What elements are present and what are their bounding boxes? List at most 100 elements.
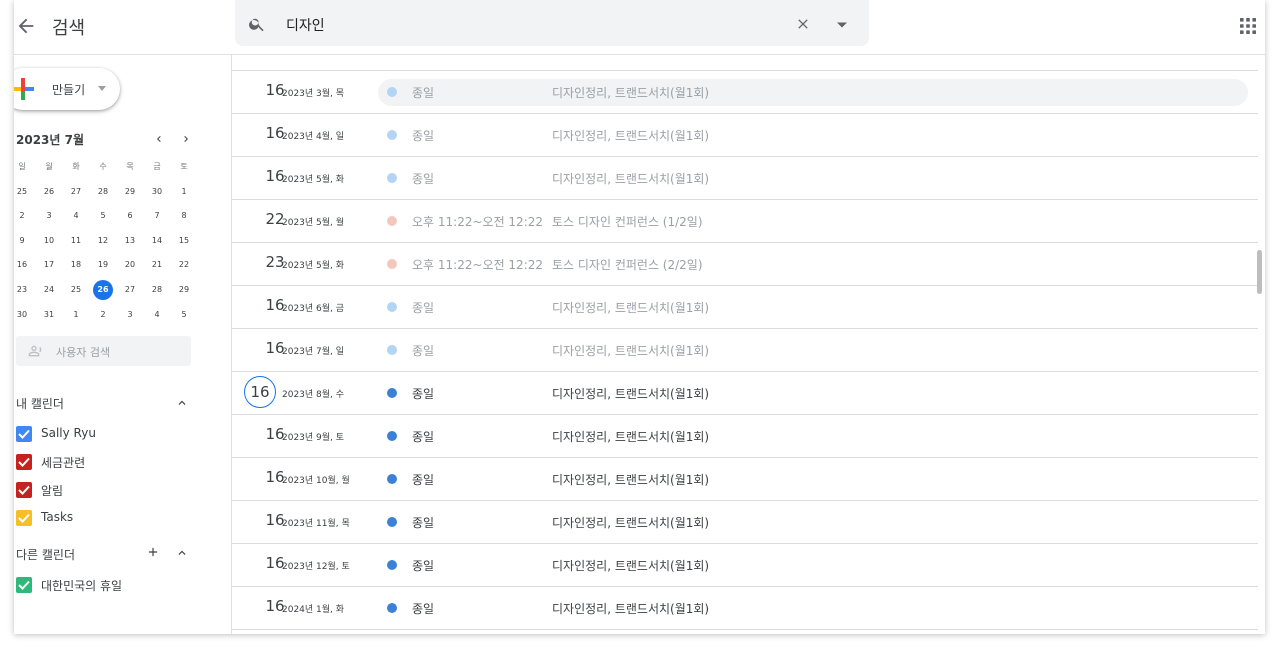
today-day-number[interactable]: 16 — [244, 376, 276, 408]
mini-calendar-day[interactable]: 22 — [171, 253, 197, 277]
event-row[interactable]: 16 2023년 12월, 토 종일 디자인정리, 트랜드서치(월1회) — [232, 544, 1258, 587]
close-icon[interactable] — [795, 16, 811, 32]
mini-calendar-day[interactable]: 18 — [63, 253, 89, 277]
mini-calendar-day[interactable]: 27 — [117, 278, 143, 302]
event-title[interactable]: 디자인정리, 트랜드서치(월1회) — [552, 84, 709, 101]
mini-calendar-day[interactable]: 17 — [36, 253, 62, 277]
mini-calendar-day[interactable]: 4 — [63, 204, 89, 228]
event-title[interactable]: 디자인정리, 트랜드서치(월1회) — [552, 385, 709, 402]
event-title[interactable]: 디자인정리, 트랜드서치(월1회) — [552, 170, 709, 187]
event-row[interactable]: 16 2023년 8월, 수 종일 디자인정리, 트랜드서치(월1회) — [232, 372, 1258, 415]
event-title[interactable]: 디자인정리, 트랜드서치(월1회) — [552, 342, 709, 359]
mini-calendar-day[interactable]: 1 — [171, 180, 197, 204]
create-button[interactable]: 만들기 — [14, 68, 120, 110]
mini-calendar-day[interactable]: 28 — [144, 278, 170, 302]
event-title[interactable]: 디자인정리, 트랜드서치(월1회) — [552, 471, 709, 488]
mini-calendar-day[interactable]: 29 — [117, 180, 143, 204]
mini-calendar-day[interactable]: 5 — [90, 204, 116, 228]
mini-calendar-day[interactable]: 25 — [14, 180, 35, 204]
people-icon — [28, 345, 42, 357]
event-row[interactable]: 16 2023년 6월, 금 종일 디자인정리, 트랜드서치(월1회) — [232, 286, 1258, 329]
checkbox-checked[interactable] — [16, 577, 32, 593]
event-row[interactable]: 23 2023년 5월, 화 오후 11:22~오전 12:22 토스 디자인 컨퍼런… — [232, 243, 1258, 286]
event-title[interactable]: 디자인정리, 트랜드서치(월1회) — [552, 428, 709, 445]
mini-calendar-day-selected[interactable]: 26 — [90, 278, 116, 302]
mini-calendar-day[interactable]: 3 — [117, 303, 143, 327]
checkbox-checked[interactable] — [16, 482, 32, 498]
calendar-name: Sally Ryu — [41, 426, 96, 440]
event-title[interactable]: 디자인정리, 트랜드서치(월1회) — [552, 514, 709, 531]
checkbox-checked[interactable] — [16, 510, 32, 526]
mini-calendar-day[interactable]: 14 — [144, 229, 170, 253]
event-row[interactable]: 16 2023년 10월, 월 종일 디자인정리, 트랜드서치(월1회) — [232, 458, 1258, 501]
event-title[interactable]: 디자인정리, 트랜드서치(월1회) — [552, 600, 709, 617]
mini-calendar-day[interactable]: 11 — [63, 229, 89, 253]
mini-calendar-day[interactable]: 23 — [14, 278, 35, 302]
event-title[interactable]: 토스 디자인 컨퍼런스 (1/2일) — [552, 213, 703, 230]
event-title[interactable]: 디자인정리, 트랜드서치(월1회) — [552, 127, 709, 144]
mini-calendar-day[interactable]: 25 — [63, 278, 89, 302]
scrollbar-thumb[interactable] — [1257, 250, 1262, 294]
event-row[interactable]: 16 2023년 7월, 일 종일 디자인정리, 트랜드서치(월1회) — [232, 329, 1258, 372]
mini-calendar-day[interactable]: 16 — [14, 253, 35, 277]
mini-calendar-day[interactable]: 7 — [144, 204, 170, 228]
mini-calendar-day[interactable]: 30 — [14, 303, 35, 327]
mini-calendar-day[interactable]: 13 — [117, 229, 143, 253]
search-options-dropdown-icon[interactable] — [836, 21, 848, 29]
mini-calendar-day[interactable]: 20 — [117, 253, 143, 277]
mini-calendar-day[interactable]: 8 — [171, 204, 197, 228]
checkbox-checked[interactable] — [16, 426, 32, 442]
event-row[interactable]: 16 2023년 4월, 일 종일 디자인정리, 트랜드서치(월1회) — [232, 114, 1258, 157]
event-title[interactable]: 토스 디자인 컨퍼런스 (2/2일) — [552, 256, 703, 273]
mini-calendar-day[interactable]: 28 — [90, 180, 116, 204]
calendar-color-dot — [387, 216, 397, 226]
weekday-label: 목 — [126, 162, 134, 171]
mini-calendar-day[interactable]: 9 — [14, 229, 35, 253]
mini-calendar-day[interactable]: 29 — [171, 278, 197, 302]
search-icon[interactable] — [248, 15, 266, 33]
user-search-input[interactable] — [54, 342, 188, 362]
back-button[interactable] — [15, 15, 37, 37]
mini-calendar-day[interactable]: 2 — [14, 204, 35, 228]
weekday-label: 월 — [45, 162, 53, 171]
mini-calendar-day[interactable]: 1 — [63, 303, 89, 327]
calendar-color-dot — [387, 130, 397, 140]
mini-calendar-day[interactable]: 26 — [36, 180, 62, 204]
apps-grid-icon[interactable] — [1240, 18, 1256, 34]
mini-calendar-day[interactable]: 6 — [117, 204, 143, 228]
mini-calendar-day[interactable]: 27 — [63, 180, 89, 204]
search-input[interactable] — [284, 13, 788, 37]
mini-calendar-day[interactable]: 12 — [90, 229, 116, 253]
event-row[interactable]: 16 2024년 1월, 화 종일 디자인정리, 트랜드서치(월1회) — [232, 587, 1258, 630]
event-row[interactable]: 16 2023년 3월, 목 종일 디자인정리, 트랜드서치(월1회) — [232, 71, 1258, 114]
header: 검색 — [14, 0, 1265, 55]
event-row[interactable]: 22 2023년 5월, 월 오후 11:22~오전 12:22 토스 디자인 컨퍼런… — [232, 200, 1258, 243]
mini-calendar-day[interactable]: 5 — [171, 303, 197, 327]
row-hover-highlight — [378, 79, 1248, 106]
mini-calendar-day[interactable]: 19 — [90, 253, 116, 277]
event-row[interactable]: 16 2023년 5월, 화 종일 디자인정리, 트랜드서치(월1회) — [232, 157, 1258, 200]
mini-calendar-day[interactable]: 10 — [36, 229, 62, 253]
event-row[interactable]: 16 2023년 11월, 목 종일 디자인정리, 트랜드서치(월1회) — [232, 501, 1258, 544]
chevron-right-icon[interactable] — [180, 133, 192, 145]
chevron-left-icon[interactable] — [153, 133, 165, 145]
chevron-up-icon[interactable] — [175, 546, 189, 560]
event-time: 종일 — [412, 473, 435, 487]
event-time: 종일 — [412, 86, 435, 100]
mini-calendar-day[interactable]: 24 — [36, 278, 62, 302]
add-icon[interactable] — [146, 545, 160, 559]
event-time: 오후 11:22~오전 12:22 — [412, 215, 544, 229]
month-weekday: 2024년 1월, 화 — [282, 605, 345, 615]
event-title[interactable]: 디자인정리, 트랜드서치(월1회) — [552, 557, 709, 574]
event-title[interactable]: 디자인정리, 트랜드서치(월1회) — [552, 299, 709, 316]
event-row[interactable]: 16 2023년 9월, 토 종일 디자인정리, 트랜드서치(월1회) — [232, 415, 1258, 458]
mini-calendar-day[interactable]: 15 — [171, 229, 197, 253]
mini-calendar-day[interactable]: 2 — [90, 303, 116, 327]
mini-calendar-day[interactable]: 30 — [144, 180, 170, 204]
mini-calendar-day[interactable]: 31 — [36, 303, 62, 327]
chevron-up-icon[interactable] — [175, 396, 189, 410]
mini-calendar-day[interactable]: 3 — [36, 204, 62, 228]
mini-calendar-day[interactable]: 21 — [144, 253, 170, 277]
mini-calendar-day[interactable]: 4 — [144, 303, 170, 327]
checkbox-checked[interactable] — [16, 454, 32, 470]
